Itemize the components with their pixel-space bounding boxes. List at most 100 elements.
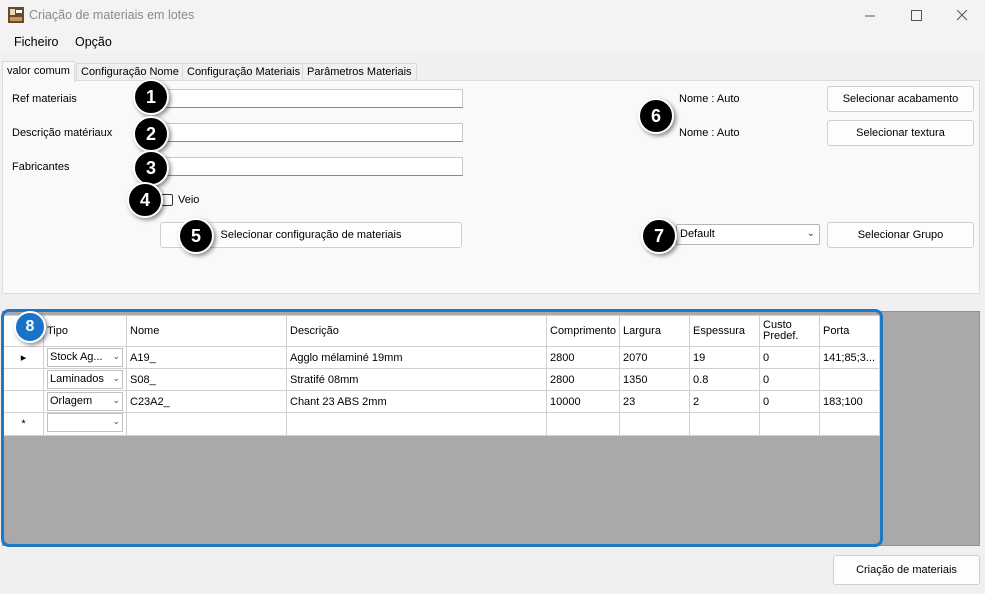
cell-tipo[interactable]: Laminados ⌄ — [43, 368, 127, 391]
cell-porta[interactable]: 141;85;3... — [819, 346, 881, 369]
selecionar-textura-button[interactable]: Selecionar textura — [827, 120, 974, 146]
fabricantes-label: Fabricantes — [12, 161, 70, 173]
cell-nome[interactable]: S08_ — [126, 368, 287, 391]
maximize-icon — [910, 9, 922, 21]
grupo-select-value: Default — [680, 228, 715, 240]
selecionar-grupo-button[interactable]: Selecionar Grupo — [827, 222, 974, 248]
fabricantes-input[interactable] — [160, 157, 463, 176]
title-bar: Criação de materiais em lotes — [0, 0, 985, 30]
column-header-nome[interactable]: Nome — [126, 315, 287, 347]
cell-nome[interactable]: A19_ — [126, 346, 287, 369]
column-header-comprimento[interactable]: Comprimento — [545, 315, 621, 347]
tab-valor-comum[interactable]: valor comum — [2, 61, 75, 82]
cell-tipo[interactable]: ⌄ — [43, 412, 127, 436]
cell-espessura[interactable]: 2 — [689, 390, 761, 413]
grupo-select[interactable]: Default ⌄ — [676, 224, 820, 245]
cell-comprimento[interactable]: 10000 — [545, 390, 621, 413]
window-title: Criação de materiais em lotes — [29, 8, 195, 22]
cell-descricao[interactable]: Chant 23 ABS 2mm — [286, 390, 547, 413]
chevron-down-icon: ⌄ — [112, 351, 120, 361]
cell-nome[interactable] — [126, 412, 287, 436]
chevron-down-icon: ⌄ — [806, 228, 815, 239]
cell-largura[interactable]: 2070 — [619, 346, 691, 369]
cell-espessura[interactable] — [689, 412, 761, 436]
column-header-porta[interactable]: Porta — [819, 315, 881, 347]
descricao-input[interactable] — [160, 123, 463, 142]
selecionar-acabamento-button[interactable]: Selecionar acabamento — [827, 86, 974, 112]
callout-badge-8: 8 — [14, 311, 46, 343]
cell-porta[interactable]: 183;100 — [819, 390, 881, 413]
cell-descricao[interactable]: Agglo mélaminé 19mm — [286, 346, 547, 369]
column-header-descricao[interactable]: Descrição — [286, 315, 547, 347]
callout-badge-6: 6 — [638, 98, 674, 134]
callout-badge-5: 5 — [178, 218, 214, 254]
close-button[interactable] — [939, 0, 985, 30]
nome-textura-text: Nome : Auto — [679, 127, 740, 139]
menu-opcao[interactable]: Opção — [75, 35, 112, 49]
cell-espessura[interactable]: 0.8 — [689, 368, 761, 391]
new-row[interactable]: * ⌄ — [3, 412, 881, 436]
ref-materiais-label: Ref materiais — [12, 93, 77, 105]
table-row[interactable]: Laminados ⌄ S08_ Stratifé 08mm 2800 1350 … — [3, 368, 881, 391]
veio-label: Veio — [178, 194, 200, 206]
cell-custo[interactable]: 0 — [759, 390, 821, 413]
cell-largura[interactable]: 1350 — [619, 368, 691, 391]
cell-espessura[interactable]: 19 — [689, 346, 761, 369]
cell-tipo[interactable]: Orlagem ⌄ — [43, 390, 127, 413]
tipo-combo-value: Orlagem — [50, 395, 93, 407]
cell-largura[interactable] — [619, 412, 691, 436]
app-icon — [8, 7, 24, 23]
table-row[interactable]: ▸ Stock Ag... ⌄ A19_ Agglo mélaminé 19mm … — [3, 346, 881, 369]
minimize-icon — [864, 15, 875, 16]
tab-parametros-materiais[interactable]: Parâmetros Materiais — [302, 63, 417, 81]
tipo-combo[interactable]: ⌄ — [47, 413, 123, 432]
chevron-down-icon: ⌄ — [112, 416, 120, 426]
callout-badge-2: 2 — [133, 116, 169, 152]
ref-materiais-input[interactable] — [160, 89, 463, 108]
menu-bar: Ficheiro Opção — [0, 30, 985, 54]
current-row-indicator-icon: ▸ — [3, 346, 44, 369]
cell-tipo[interactable]: Stock Ag... ⌄ — [43, 346, 127, 369]
cell-custo[interactable]: 0 — [759, 346, 821, 369]
cell-descricao[interactable] — [286, 412, 547, 436]
close-icon — [956, 9, 967, 20]
column-header-largura[interactable]: Largura — [619, 315, 691, 347]
column-header-espessura[interactable]: Espessura — [689, 315, 761, 347]
row-header[interactable] — [3, 390, 44, 413]
cell-porta[interactable] — [819, 412, 881, 436]
tab-configuracao-nome[interactable]: Configuração Nome — [76, 63, 184, 81]
materials-grid[interactable]: Tipo Nome Descrição Comprimento Largura … — [3, 315, 881, 436]
chevron-down-icon: ⌄ — [112, 373, 120, 383]
callout-badge-3: 3 — [133, 150, 169, 186]
callout-badge-4: 4 — [127, 182, 163, 218]
cell-comprimento[interactable]: 2800 — [545, 368, 621, 391]
tipo-combo-value: Laminados — [50, 373, 104, 385]
tipo-combo-value: Stock Ag... — [50, 351, 103, 363]
chevron-down-icon: ⌄ — [112, 395, 120, 405]
criacao-materiais-button[interactable]: Criação de materiais — [833, 555, 980, 585]
cell-comprimento[interactable] — [545, 412, 621, 436]
cell-nome[interactable]: C23A2_ — [126, 390, 287, 413]
callout-badge-1: 1 — [133, 79, 169, 115]
new-row-marker-icon: * — [3, 412, 44, 436]
cell-porta[interactable] — [819, 368, 881, 391]
menu-ficheiro[interactable]: Ficheiro — [14, 35, 58, 49]
minimize-button[interactable] — [847, 0, 893, 30]
cell-largura[interactable]: 23 — [619, 390, 691, 413]
tipo-combo[interactable]: Orlagem ⌄ — [47, 392, 123, 411]
column-header-custo[interactable]: Custo Predef. — [759, 315, 821, 347]
callout-badge-7: 7 — [641, 218, 677, 254]
row-header[interactable] — [3, 368, 44, 391]
descricao-label: Descrição matériaux — [12, 127, 113, 139]
nome-acabamento-text: Nome : Auto — [679, 93, 740, 105]
tipo-combo[interactable]: Laminados ⌄ — [47, 370, 123, 389]
cell-comprimento[interactable]: 2800 — [545, 346, 621, 369]
tab-configuracao-materiais[interactable]: Configuração Materiais — [182, 63, 306, 81]
column-header-tipo[interactable]: Tipo — [43, 315, 127, 347]
cell-descricao[interactable]: Stratifé 08mm — [286, 368, 547, 391]
cell-custo[interactable]: 0 — [759, 368, 821, 391]
maximize-button[interactable] — [893, 0, 939, 30]
tipo-combo[interactable]: Stock Ag... ⌄ — [47, 348, 123, 367]
table-row[interactable]: Orlagem ⌄ C23A2_ Chant 23 ABS 2mm 10000 2… — [3, 390, 881, 413]
cell-custo[interactable] — [759, 412, 821, 436]
